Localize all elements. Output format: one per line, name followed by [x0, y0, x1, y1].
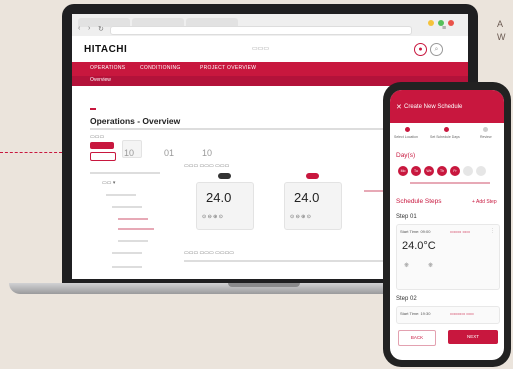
- step-title: Step 02: [396, 296, 417, 302]
- day-chip[interactable]: Tu: [411, 166, 421, 176]
- phone-title: Create New Schedule: [404, 104, 463, 110]
- laptop-notch: [228, 283, 300, 287]
- mode-label: ▭▭▭ ▭▭: [450, 229, 471, 234]
- wizard-step-label: Select Location: [394, 135, 418, 139]
- tree-item[interactable]: [112, 266, 142, 268]
- more-icon[interactable]: ⋮: [490, 228, 495, 234]
- phone-screen: ✕ Create New Schedule Select Location Se…: [390, 90, 504, 360]
- browser-menu-icon[interactable]: ≡: [442, 25, 446, 32]
- page-title: Operations - Overview: [90, 116, 181, 126]
- day-chip[interactable]: We: [424, 166, 434, 176]
- filter-pill-active[interactable]: [90, 142, 114, 149]
- main-nav: [72, 62, 468, 76]
- day-chip[interactable]: Th: [437, 166, 447, 176]
- next-button[interactable]: NEXT: [448, 330, 498, 344]
- tree-item[interactable]: [112, 252, 142, 254]
- back-icon[interactable]: ‹: [78, 25, 80, 32]
- tree-root[interactable]: ▭▭ ▾: [102, 180, 115, 186]
- kpi-value: 10: [202, 148, 213, 158]
- address-bar[interactable]: [110, 26, 412, 35]
- divider: [90, 172, 160, 174]
- kpi-value: 10: [124, 148, 135, 158]
- fan-icon[interactable]: ❋: [404, 262, 409, 269]
- days-heading: Day(s): [396, 152, 416, 159]
- corner-text: A W: [497, 19, 506, 42]
- day-chip[interactable]: [463, 166, 473, 176]
- wizard-step-dot: [444, 127, 449, 132]
- cart-icon[interactable]: ●: [414, 43, 427, 56]
- divider: [184, 260, 404, 262]
- mode-label: ▭▭▭▭ ▭▭: [450, 311, 474, 316]
- days-summary: [410, 182, 490, 184]
- device-toggle[interactable]: [306, 173, 319, 179]
- device-temp: 24.0: [294, 190, 320, 205]
- subnav-overview[interactable]: Overview: [90, 77, 111, 83]
- title-accent: [90, 108, 96, 110]
- day-chip[interactable]: Mo: [398, 166, 408, 176]
- window-close-icon[interactable]: [448, 20, 454, 26]
- day-chip[interactable]: [476, 166, 486, 176]
- wizard-step-dot: [483, 127, 488, 132]
- add-step-button[interactable]: + Add Step: [472, 199, 497, 205]
- kpi-value: 01: [164, 148, 175, 158]
- tree-item[interactable]: [112, 206, 142, 208]
- tree-item[interactable]: [106, 194, 136, 196]
- nav-operations[interactable]: OPERATIONS: [90, 65, 125, 71]
- schedule-heading: Schedule Steps: [396, 198, 442, 205]
- close-icon[interactable]: ✕: [396, 103, 402, 111]
- wizard-step-label: Review: [480, 135, 492, 139]
- window-minimize-icon[interactable]: [428, 20, 434, 26]
- app-header: [72, 36, 468, 62]
- step-temp: 24.0°C: [402, 240, 436, 252]
- device-toggle[interactable]: [218, 173, 231, 179]
- day-chip[interactable]: Fr: [450, 166, 460, 176]
- forward-icon[interactable]: ›: [88, 25, 90, 32]
- nav-project-overview[interactable]: PROJECT OVERVIEW: [200, 65, 256, 71]
- search-icon[interactable]: ⌕: [430, 43, 443, 56]
- filter-pill[interactable]: [90, 152, 116, 161]
- brand-logo: HITACHI: [84, 44, 128, 55]
- mode-icon[interactable]: ❋: [428, 262, 433, 269]
- back-button[interactable]: BACK: [398, 330, 436, 346]
- wizard-step-dot: [405, 127, 410, 132]
- tree-item[interactable]: [118, 240, 148, 242]
- start-time: Start Time: 09:00: [400, 229, 431, 234]
- header-search[interactable]: ▭▭▭: [252, 45, 269, 52]
- tree-item-selected[interactable]: [118, 218, 148, 220]
- tree-item-selected[interactable]: [118, 228, 154, 230]
- start-time: Start Time: 19:30: [400, 311, 431, 316]
- nav-conditioning[interactable]: CONDITIONING: [140, 65, 181, 71]
- device-temp: 24.0: [206, 190, 232, 205]
- step-title: Step 01: [396, 214, 417, 220]
- reload-icon[interactable]: ↻: [98, 25, 104, 33]
- callout-dashed-line: [0, 152, 62, 153]
- wizard-step-label: Set Schedule Days: [430, 135, 460, 139]
